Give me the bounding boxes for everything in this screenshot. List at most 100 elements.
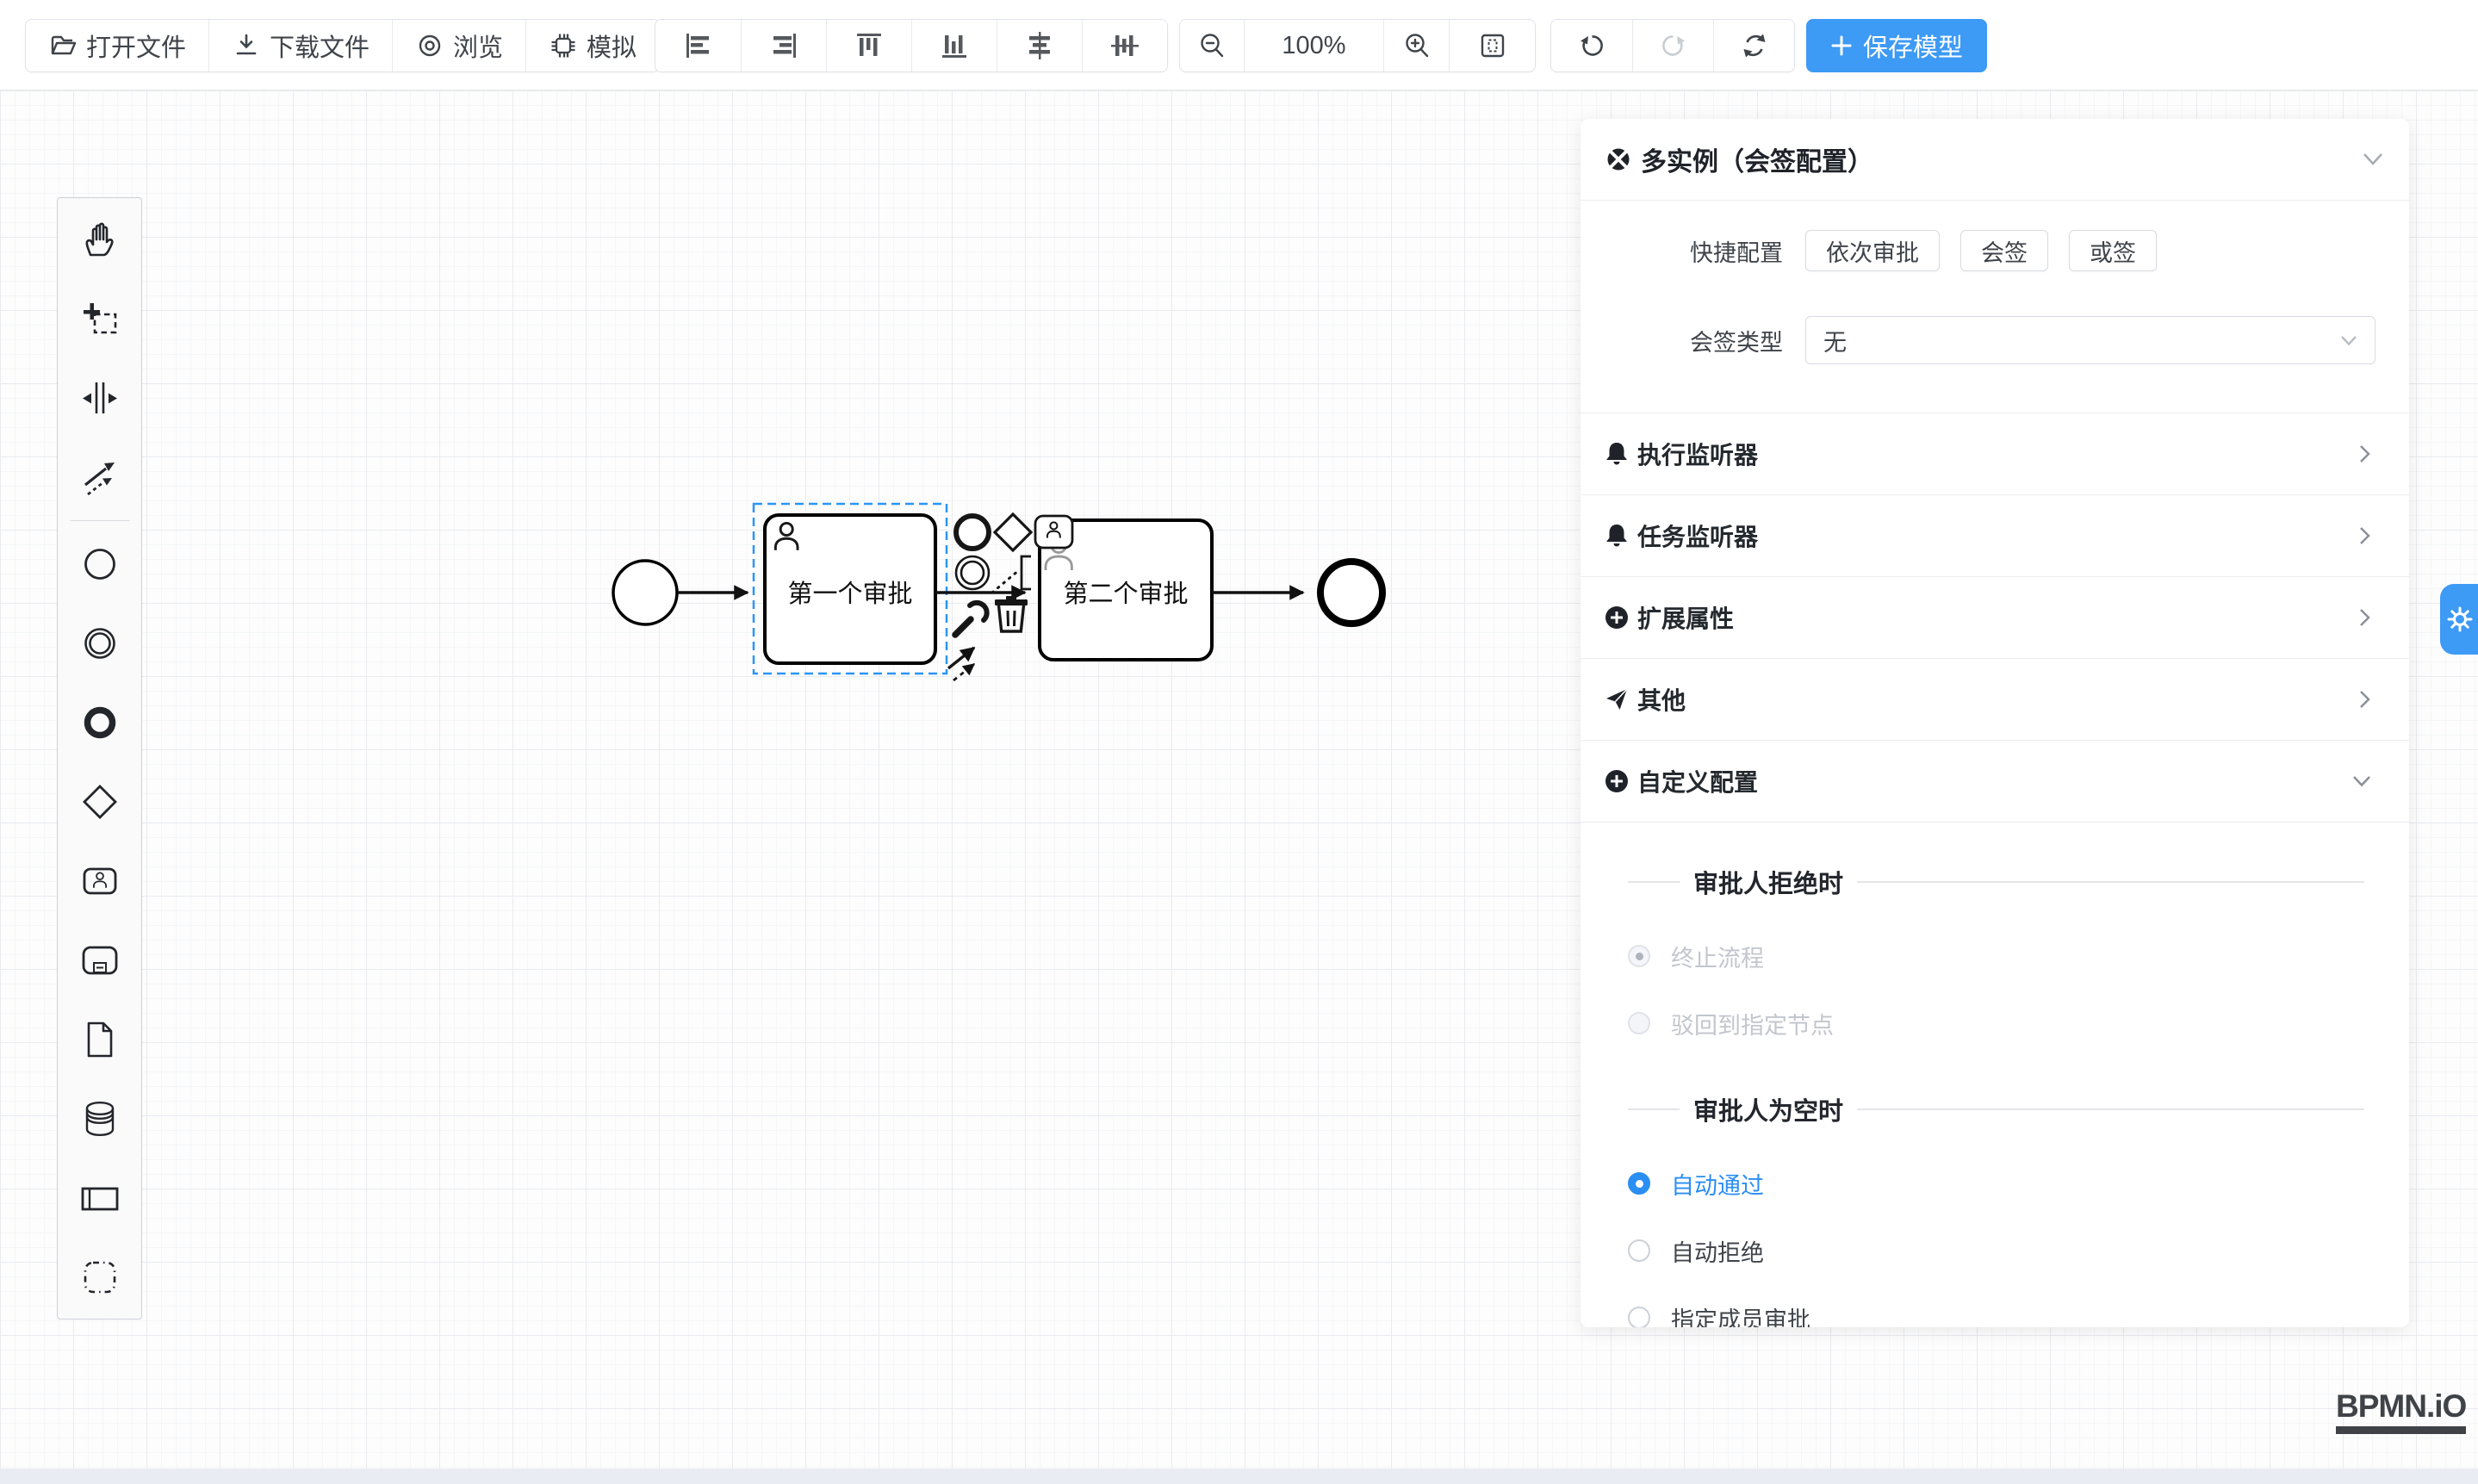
chip-icon: [549, 31, 578, 60]
append-end-event-icon[interactable]: [956, 516, 989, 549]
zoom-in-button[interactable]: [1383, 20, 1449, 71]
radio-return-to-node[interactable]: 驳回到指定节点: [1581, 990, 2409, 1057]
section-other[interactable]: 其他: [1581, 658, 2409, 740]
undo-icon: [1577, 31, 1606, 60]
lasso-tool[interactable]: [57, 279, 142, 358]
quick-option-sequential[interactable]: 依次审批: [1805, 230, 1940, 271]
radio-circle[interactable]: [1628, 1307, 1650, 1327]
end-event-icon: [80, 703, 120, 742]
divider: [1581, 200, 2409, 201]
wrench-icon[interactable]: [955, 603, 987, 635]
multi-instance-header[interactable]: 多实例（会签配置）: [1581, 119, 2409, 200]
zoom-level[interactable]: 100%: [1244, 20, 1383, 71]
fit-viewport-icon: [1478, 31, 1507, 60]
redo-button[interactable]: [1632, 20, 1713, 71]
radio-auto-pass[interactable]: 自动通过: [1581, 1150, 2409, 1217]
section-custom-config[interactable]: 自定义配置: [1581, 740, 2409, 822]
create-participant[interactable]: [57, 1158, 142, 1238]
connect-tool-icon[interactable]: [948, 648, 974, 680]
data-object-icon: [80, 1020, 120, 1059]
radio-label: 自动拒绝: [1671, 1234, 1764, 1268]
zoom-level-label: 100%: [1282, 32, 1345, 60]
sign-type-row: 会签类型 无: [1581, 316, 2409, 364]
open-file-button[interactable]: 打开文件: [26, 20, 208, 71]
gear-icon: [2447, 606, 2473, 632]
align-bottom-button[interactable]: [911, 20, 997, 71]
align-left-button[interactable]: [655, 20, 741, 71]
fit-viewport-button[interactable]: [1449, 20, 1535, 71]
create-group[interactable]: [57, 1238, 142, 1317]
align-center-horizontal-button[interactable]: [1082, 20, 1167, 71]
create-data-store[interactable]: [57, 1079, 142, 1158]
section-label: 自定义配置: [1637, 764, 2352, 798]
global-connect-tool[interactable]: [57, 438, 142, 517]
radio-circle[interactable]: [1628, 1172, 1650, 1195]
align-center-vertical-button[interactable]: [997, 20, 1082, 71]
align-bottom-icon: [939, 30, 970, 61]
append-task-icon[interactable]: [1035, 516, 1072, 548]
radio-auto-reject[interactable]: 自动拒绝: [1581, 1217, 2409, 1284]
section-label: 其他: [1637, 682, 2359, 717]
group-icon: [80, 1257, 120, 1297]
download-file-label: 下载文件: [270, 28, 370, 64]
append-intermediate-event-icon[interactable]: [956, 556, 989, 589]
align-center-vertical-icon: [1024, 30, 1055, 61]
bell-icon: [1605, 441, 1629, 467]
section-extended-attributes[interactable]: 扩展属性: [1581, 576, 2409, 658]
user-task-1[interactable]: 第一个审批: [765, 515, 935, 663]
save-model-button[interactable]: 保存模型: [1806, 19, 1987, 72]
radio-circle[interactable]: [1628, 1239, 1650, 1262]
folder-icon: [48, 31, 78, 60]
open-file-label: 打开文件: [86, 28, 186, 64]
simulate-button[interactable]: 模拟: [525, 20, 659, 71]
start-event[interactable]: [613, 561, 677, 624]
undo-button[interactable]: [1551, 20, 1632, 71]
create-subprocess[interactable]: [57, 921, 142, 1000]
save-model-label: 保存模型: [1863, 28, 1963, 64]
create-end-event[interactable]: [57, 683, 142, 762]
hand-tool[interactable]: [57, 200, 142, 279]
quick-option-orsign[interactable]: 或签: [2069, 230, 2157, 271]
chevron-down-icon: [2340, 335, 2357, 346]
bell-icon: [1605, 523, 1629, 549]
empty-title: 审批人为空时: [1693, 1091, 1843, 1127]
create-start-event[interactable]: [57, 525, 142, 604]
task-label: 第二个审批: [1063, 580, 1188, 608]
append-text-annotation-icon[interactable]: [992, 556, 1031, 593]
refresh-button[interactable]: [1713, 20, 1794, 71]
end-event[interactable]: [1320, 562, 1382, 624]
simulate-label: 模拟: [587, 28, 637, 64]
download-file-button[interactable]: 下载文件: [208, 20, 392, 71]
align-top-button[interactable]: [826, 20, 911, 71]
create-data-object[interactable]: [57, 1000, 142, 1079]
quick-option-countersign[interactable]: 会签: [1960, 230, 2048, 271]
radio-assign-member[interactable]: 指定成员审批: [1581, 1284, 2409, 1327]
create-intermediate-event[interactable]: [57, 604, 142, 683]
empty-title-divider: 审批人为空时: [1581, 1091, 2409, 1127]
radio-circle[interactable]: [1628, 945, 1650, 967]
align-center-horizontal-icon: [1109, 30, 1140, 61]
preview-button[interactable]: 浏览: [392, 20, 525, 71]
zoom-out-button[interactable]: [1180, 20, 1244, 71]
multi-instance-icon: [1606, 147, 1630, 171]
sign-type-select[interactable]: 无: [1805, 316, 2376, 364]
align-right-icon: [768, 30, 799, 61]
create-gateway[interactable]: [57, 762, 142, 841]
panel-toggle-tab[interactable]: [2440, 584, 2478, 655]
radio-terminate-process[interactable]: 终止流程: [1581, 922, 2409, 990]
radio-circle[interactable]: [1628, 1012, 1650, 1034]
section-label: 执行监听器: [1637, 437, 2359, 471]
section-task-listener[interactable]: 任务监听器: [1581, 494, 2409, 576]
section-execution-listener[interactable]: 执行监听器: [1581, 413, 2409, 494]
create-user-task[interactable]: [57, 841, 142, 921]
append-gateway-icon[interactable]: [995, 514, 1031, 550]
paper-plane-icon: [1605, 687, 1629, 711]
chevron-right-icon: [2359, 608, 2371, 627]
properties-panel: 多实例（会签配置） 快捷配置 依次审批 会签 或签 会签类型 无: [1581, 119, 2409, 1327]
preview-icon: [415, 31, 444, 60]
align-left-icon: [683, 30, 714, 61]
trash-icon[interactable]: [995, 596, 1028, 631]
chevron-right-icon: [2359, 526, 2371, 545]
align-right-button[interactable]: [741, 20, 826, 71]
space-tool[interactable]: [57, 358, 142, 438]
